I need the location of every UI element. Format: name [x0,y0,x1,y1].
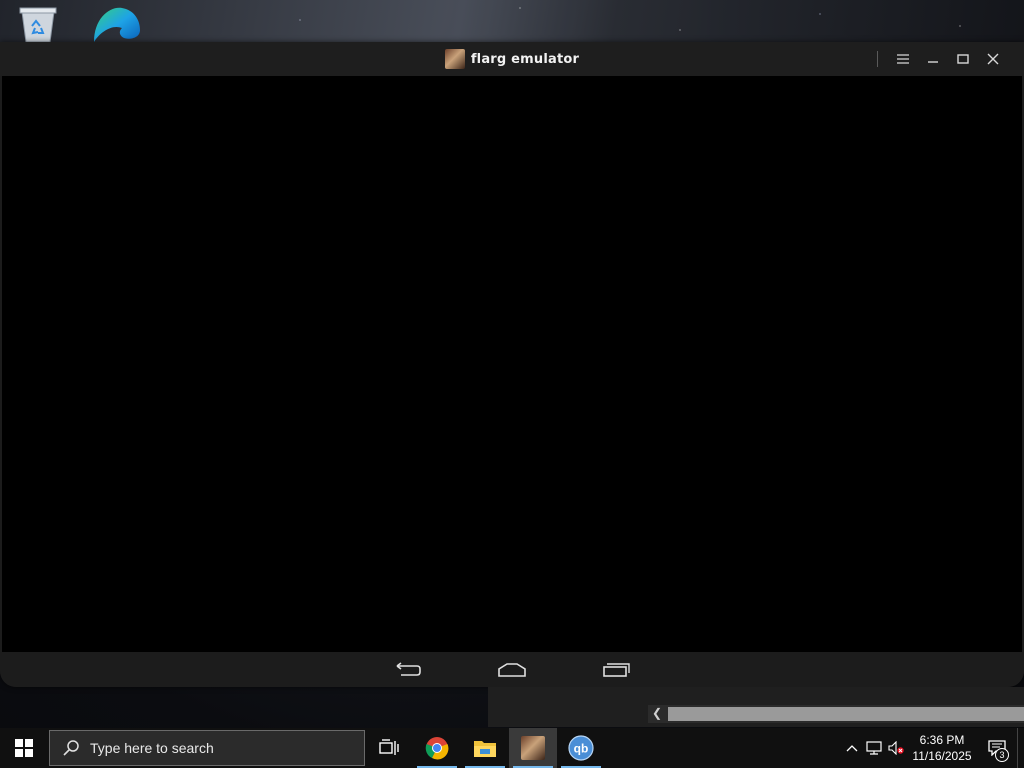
search-box[interactable]: Type here to search [49,730,365,766]
flarg-emulator-icon [444,49,465,69]
horizontal-scrollbar[interactable]: ❮ [648,705,1024,723]
recycle-bin-icon[interactable] [16,4,60,44]
chevron-up-icon [846,745,858,752]
background-window: ❮ [488,687,1024,727]
maximize-icon [957,54,969,64]
emulator-window: flarg emulator [0,42,1024,687]
notification-count-badge: 3 [995,748,1009,762]
flarg-emulator-icon [521,736,545,760]
search-placeholder: Type here to search [90,740,214,756]
back-button[interactable] [386,657,430,683]
taskbar-flarg-emulator[interactable] [509,728,557,768]
show-hidden-icons-button[interactable] [841,728,863,768]
start-icon [15,739,33,757]
back-icon [396,661,421,676]
menu-button[interactable] [892,48,914,70]
desktop-wallpaper [0,0,1024,45]
file-explorer-icon [474,741,496,757]
taskbar-qbittorrent[interactable]: qb [557,728,605,768]
network-icon [866,741,882,755]
minimize-button[interactable] [922,48,944,70]
scroll-left-icon[interactable]: ❮ [652,706,662,720]
taskbar-file-explorer[interactable] [461,728,509,768]
volume-muted-icon [888,741,904,755]
recents-icon [603,662,630,677]
scrollbar-thumb[interactable] [668,707,1024,721]
recents-button[interactable] [594,657,638,683]
qbittorrent-icon: qb [568,735,594,761]
titlebar-separator [877,51,878,67]
maximize-button[interactable] [952,48,974,70]
volume-button[interactable] [885,728,907,768]
start-button[interactable] [0,728,48,768]
task-view-button[interactable] [365,728,413,768]
clock-time: 6:36 PM [919,733,965,747]
network-button[interactable] [863,728,885,768]
taskbar: Type here to search qb 6:36 PM 11/16/202… [0,728,1024,768]
chrome-icon [425,737,449,760]
edge-icon[interactable] [90,4,140,44]
search-icon [63,740,79,756]
title-bar[interactable]: flarg emulator [0,42,1024,76]
android-nav-bar [0,652,1024,687]
close-icon [987,53,999,65]
home-button[interactable] [490,657,534,683]
task-view-icon [379,739,399,755]
clock-date: 11/16/2025 [912,749,972,763]
svg-text:qb: qb [574,742,589,756]
minimize-icon [928,61,938,63]
close-button[interactable] [982,48,1004,70]
window-title: flarg emulator [470,51,580,67]
home-icon [498,662,526,677]
clock[interactable]: 6:36 PM 11/16/2025 [907,732,977,764]
system-tray: 6:36 PM 11/16/2025 3 [841,728,1024,768]
emulator-screen[interactable] [2,76,1022,652]
hamburger-menu-icon [897,54,909,64]
show-desktop-button[interactable] [1017,728,1024,768]
action-center-button[interactable]: 3 [977,728,1017,768]
taskbar-chrome[interactable] [413,728,461,768]
